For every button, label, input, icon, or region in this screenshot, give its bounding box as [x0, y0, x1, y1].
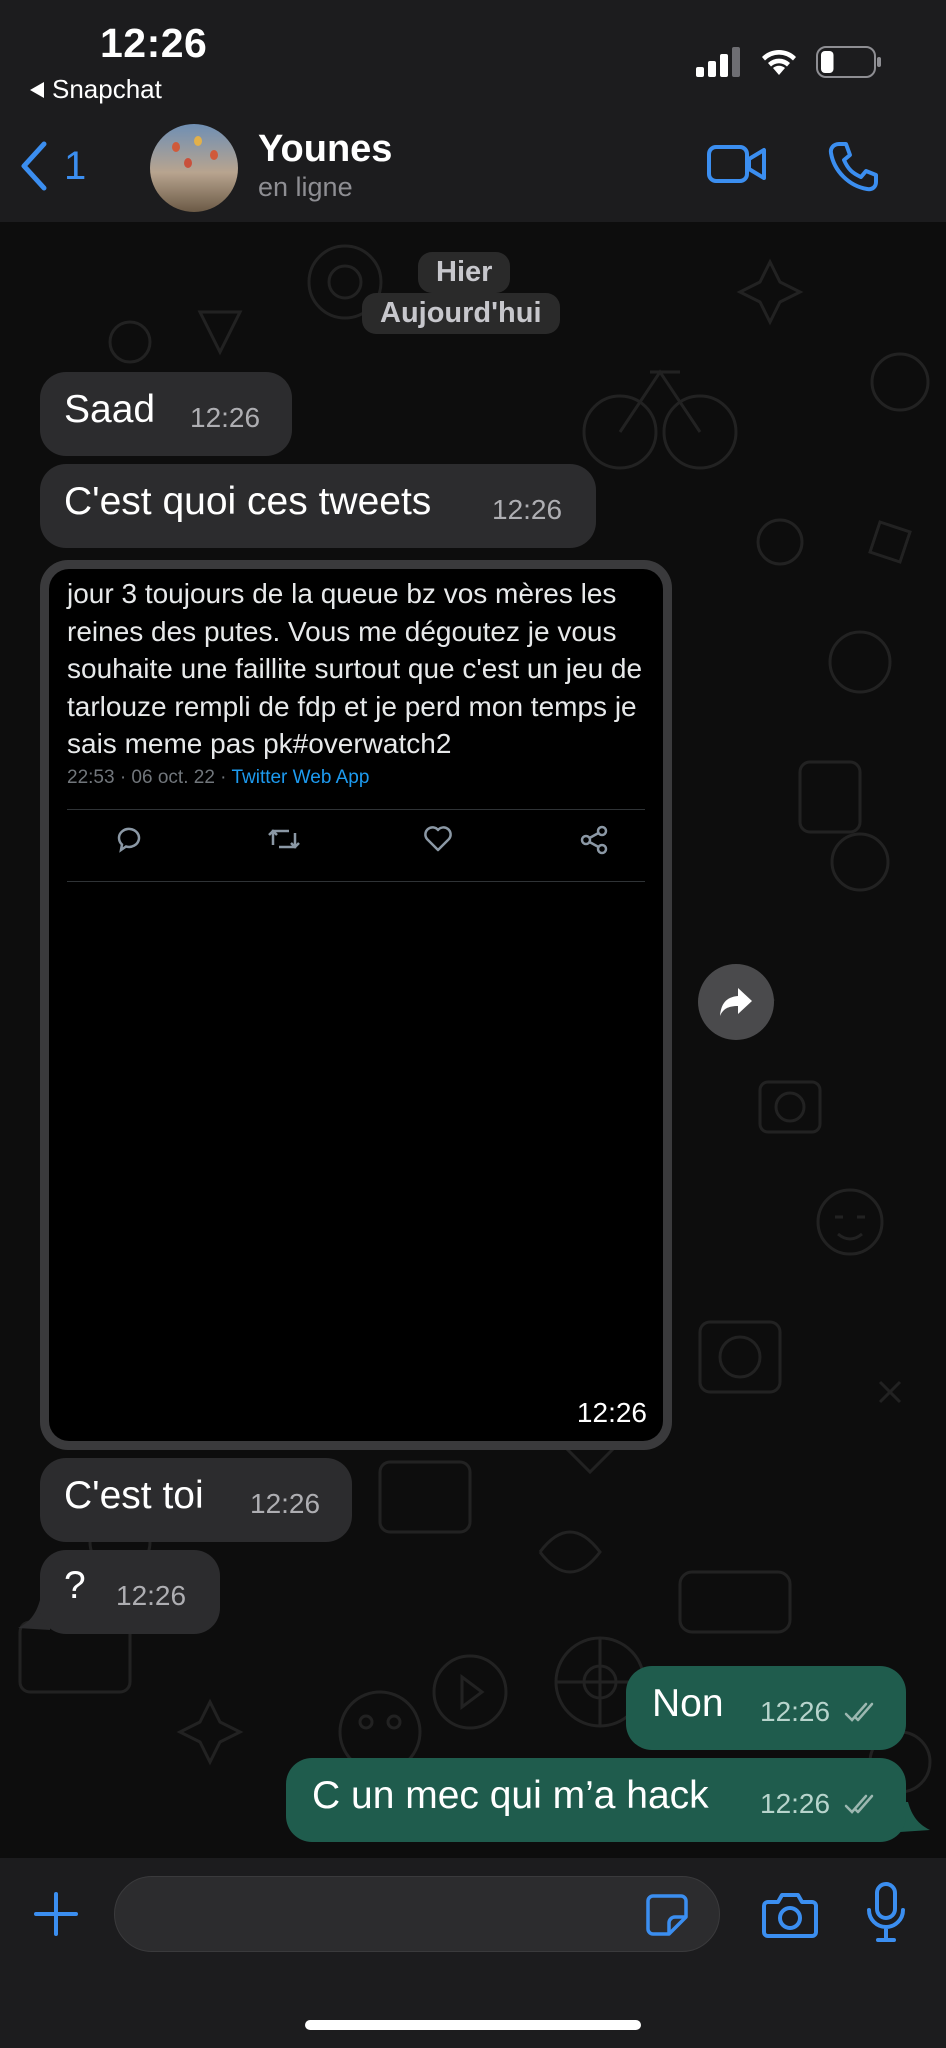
contact-status: en ligne [258, 172, 353, 202]
message-time: 12:26 [760, 1788, 831, 1819]
camera-icon[interactable] [762, 1890, 818, 1938]
read-receipt-icon [844, 1794, 874, 1814]
back-triangle-icon [30, 81, 44, 98]
avatar[interactable] [150, 124, 238, 212]
message-time: 12:26 [250, 1488, 321, 1519]
battery-icon [816, 46, 881, 78]
message-time: 12:26 [576, 1397, 647, 1428]
home-indicator [305, 2020, 641, 2030]
reply-icon [117, 827, 141, 853]
like-icon [424, 826, 452, 852]
tweet-image[interactable]: jour 3 toujours de la queue bz vos mères… [49, 569, 663, 1441]
message-text: ? [64, 1564, 86, 1607]
date-pill-today: Aujourd'hui [362, 293, 560, 334]
tweet-actions [67, 815, 645, 861]
read-receipt-icon [844, 1702, 874, 1722]
tweet-screenshot-message[interactable]: jour 3 toujours de la queue bz vos mères… [40, 560, 672, 1450]
message-time: 12:26 [492, 494, 563, 525]
back-to-app-button[interactable]: Snapchat [30, 74, 162, 105]
signal-icon [696, 47, 740, 77]
tweet-source: Twitter Web App [231, 767, 370, 788]
status-time: 12:26 [100, 20, 208, 66]
video-call-icon[interactable] [706, 142, 768, 186]
sticker-icon[interactable] [645, 1893, 689, 1937]
message-time: 12:26 [116, 1580, 187, 1611]
divider [67, 881, 645, 882]
date-pill-yesterday: Hier [418, 252, 511, 293]
message-bubble[interactable]: ? 12:26 [40, 1550, 220, 1634]
wifi-icon [762, 49, 796, 75]
share-icon [580, 825, 608, 855]
back-app-label: Snapchat [52, 74, 162, 104]
outgoing-message-bubble[interactable]: Non 12:26 [626, 1666, 906, 1750]
chevron-left-icon [21, 141, 47, 191]
message-bubble[interactable]: C'est toi 12:26 [40, 1458, 352, 1542]
status-bar: 12:26 Snapchat [0, 0, 946, 120]
message-bubble[interactable]: C'est quoi ces tweets 12:26 [40, 464, 596, 548]
plus-icon[interactable] [32, 1890, 80, 1938]
phone-call-icon[interactable] [826, 140, 880, 194]
message-time: 12:26 [190, 402, 261, 433]
chat-area[interactable]: Hier Aujourd'hui Saad 12:26 C'est quoi c… [0, 222, 946, 1858]
divider [67, 809, 645, 810]
tweet-date: 22:53 · 06 oct. 22 · [67, 767, 232, 788]
tweet-meta: 22:53 · 06 oct. 22 · Twitter Web App [67, 767, 369, 789]
forward-arrow-icon [720, 988, 752, 1016]
message-text: C un mec qui m’a hack [312, 1774, 709, 1817]
message-text: C'est toi [64, 1474, 204, 1517]
retweet-icon [268, 829, 300, 849]
microphone-icon[interactable] [866, 1882, 906, 1944]
message-text: C'est quoi ces tweets [64, 480, 432, 523]
message-time: 12:26 [760, 1696, 831, 1727]
message-bubble[interactable]: Saad 12:26 [40, 372, 292, 456]
forward-button[interactable] [698, 964, 774, 1040]
contact-name[interactable]: Younes [258, 128, 392, 171]
tweet-text: jour 3 toujours de la queue bz vos mères… [67, 578, 643, 759]
message-input[interactable] [114, 1876, 720, 1952]
message-text: Non [652, 1682, 724, 1725]
outgoing-message-bubble[interactable]: C un mec qui m’a hack 12:26 [286, 1758, 906, 1842]
message-text: Saad [64, 388, 156, 431]
unread-count: 1 [64, 143, 87, 188]
back-button[interactable]: 1 [18, 140, 86, 192]
message-composer [0, 1858, 946, 2048]
chat-header: 1 Younes en ligne [0, 120, 946, 223]
system-icons [696, 46, 882, 78]
